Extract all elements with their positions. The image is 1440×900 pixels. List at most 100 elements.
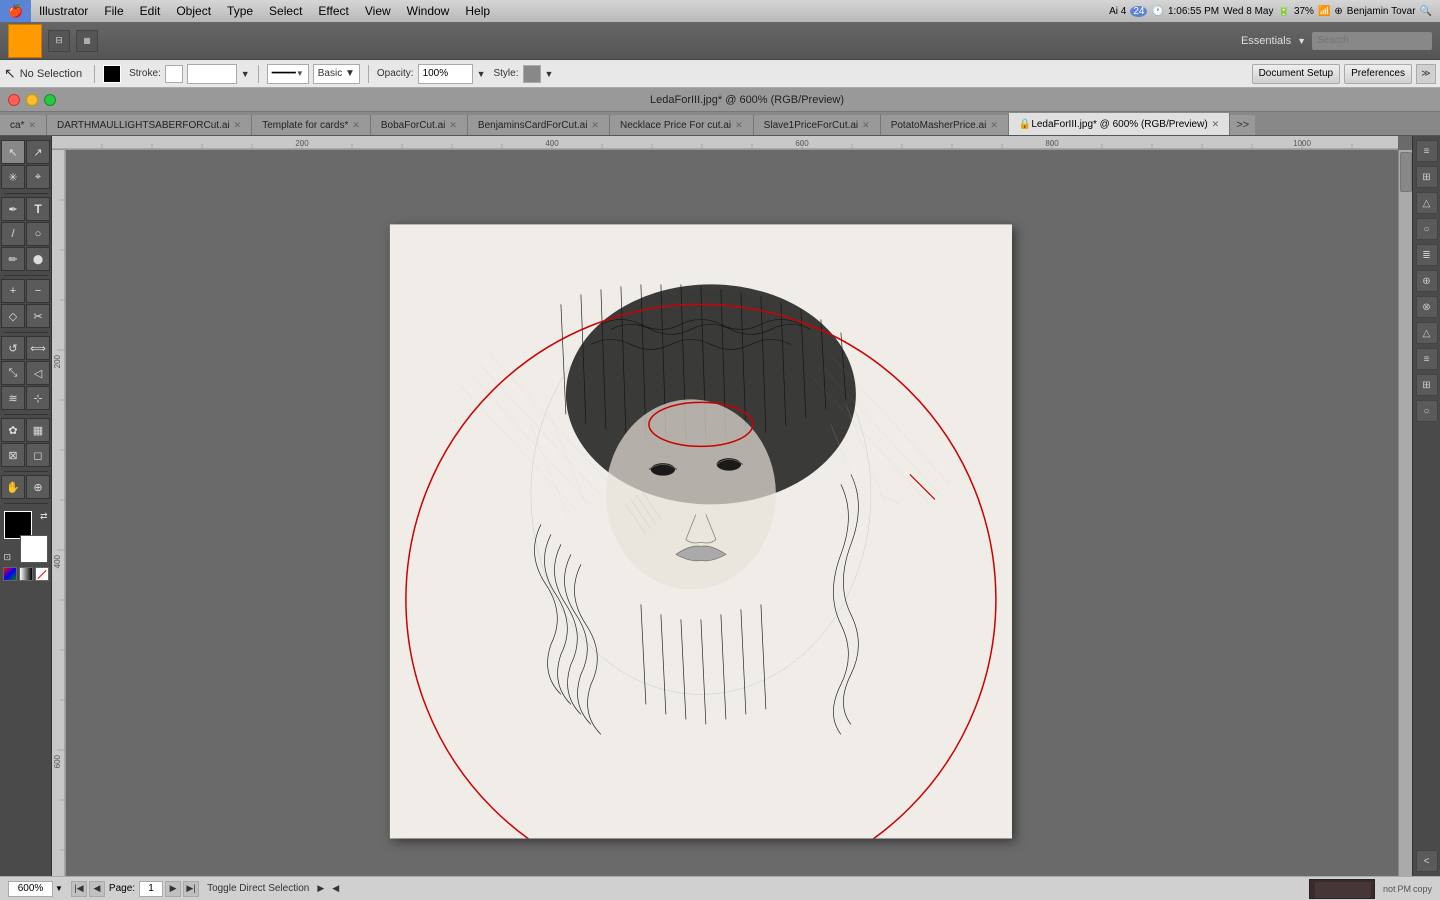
direct-selection-tool[interactable]: ↗ — [26, 140, 50, 164]
pencil-tool[interactable]: ✏ — [1, 247, 25, 271]
tab-slave1[interactable]: Slave1PriceForCut.ai ✕ — [754, 115, 881, 135]
panel-icon-9[interactable]: ⊞ — [1416, 374, 1438, 396]
stroke-color-picker[interactable] — [165, 65, 183, 83]
type-tool[interactable]: T — [26, 197, 50, 221]
minimize-button[interactable] — [26, 94, 38, 106]
tab-close-boba[interactable]: ✕ — [449, 120, 457, 131]
panel-collapse-icon[interactable]: < — [1416, 850, 1438, 872]
tab-close-necklace[interactable]: ✕ — [735, 120, 743, 131]
nav-prev-page[interactable]: ◀ — [89, 881, 105, 897]
panel-icon-5[interactable]: ⊕ — [1416, 270, 1438, 292]
tab-more-button[interactable]: >> — [1230, 115, 1255, 135]
tab-close-template[interactable]: ✕ — [352, 120, 360, 131]
menu-illustrator[interactable]: Illustrator — [31, 0, 96, 22]
shear-tool[interactable]: ◁ — [26, 361, 50, 385]
panel-icon-6[interactable]: ⊗ — [1416, 296, 1438, 318]
close-button[interactable] — [8, 94, 20, 106]
color-mode-none[interactable] — [35, 567, 49, 581]
slice-tool[interactable]: ⊠ — [1, 443, 25, 467]
hand-tool[interactable]: ✋ — [1, 475, 25, 499]
reset-colors[interactable]: ⊡ — [4, 552, 12, 563]
free-transform-tool[interactable]: ⊹ — [26, 386, 50, 410]
delete-anchor-tool[interactable]: − — [26, 279, 50, 303]
workspace-dropdown-icon[interactable]: ▼ — [1297, 36, 1306, 46]
nav-first-page[interactable]: |◀ — [71, 881, 87, 897]
blob-brush-tool[interactable]: ⬤ — [26, 247, 50, 271]
tab-close-benjamins[interactable]: ✕ — [591, 120, 599, 131]
menu-help[interactable]: Help — [457, 0, 498, 22]
panel-icon-7[interactable]: △ — [1416, 322, 1438, 344]
tab-potato[interactable]: PotatoMasherPrice.ai ✕ — [881, 115, 1009, 135]
warp-tool[interactable]: ≋ — [1, 386, 25, 410]
canvas-scroll-area[interactable] — [66, 150, 1398, 876]
stroke-weight-arrow[interactable]: ▼ — [241, 69, 250, 79]
tab-leda[interactable]: 🔒 LedaForIII.jpg* @ 600% (RGB/Preview) ✕ — [1009, 113, 1230, 135]
maximize-button[interactable] — [44, 94, 56, 106]
menu-type[interactable]: Type — [219, 0, 261, 22]
vertical-scrollbar[interactable] — [1398, 150, 1412, 876]
fill-swatch[interactable] — [103, 65, 121, 83]
chart-tool[interactable]: ▦ — [26, 418, 50, 442]
eraser-tool[interactable]: ◻ — [26, 443, 50, 467]
tab-close-slave1[interactable]: ✕ — [862, 120, 870, 131]
stroke-weight-input[interactable] — [187, 64, 237, 84]
zoom-tool[interactable]: ⊕ — [26, 475, 50, 499]
pen-tool[interactable]: ✒ — [1, 197, 25, 221]
tab-darth[interactable]: DARTHMAULLIGHTSABERFORCut.ai ✕ — [47, 115, 252, 135]
panel-icon-2[interactable]: △ — [1416, 192, 1438, 214]
tab-close-leda[interactable]: ✕ — [1212, 119, 1220, 130]
opacity-arrow[interactable]: ▼ — [477, 69, 486, 79]
panel-icon-8[interactable]: ≡ — [1416, 348, 1438, 370]
tab-close-potato[interactable]: ✕ — [990, 120, 998, 131]
menu-select[interactable]: Select — [261, 0, 310, 22]
search-icon[interactable]: 🔍 — [1420, 6, 1432, 17]
background-color[interactable] — [20, 535, 48, 563]
tab-ca[interactable]: ca* ✕ — [0, 115, 47, 135]
panel-icon-3[interactable]: ○ — [1416, 218, 1438, 240]
zoom-input[interactable] — [8, 881, 53, 897]
menu-window[interactable]: Window — [399, 0, 458, 22]
scale-tool[interactable]: ⤡ — [1, 361, 25, 385]
panel-icon-0[interactable]: ≡ — [1416, 140, 1438, 162]
search-input[interactable] — [1312, 32, 1432, 50]
panel-icon-1[interactable]: ⊞ — [1416, 166, 1438, 188]
opacity-input[interactable] — [418, 64, 473, 84]
reflect-tool[interactable]: ⟺ — [26, 336, 50, 360]
scissors-tool[interactable]: ✂ — [26, 304, 50, 328]
page-number-input[interactable] — [139, 881, 163, 897]
magic-wand-tool[interactable]: ✳ — [1, 165, 25, 189]
zoom-dropdown[interactable]: ▼ — [55, 884, 63, 893]
style-picker[interactable] — [523, 65, 541, 83]
menu-object[interactable]: Object — [168, 0, 219, 22]
menu-effect[interactable]: Effect — [310, 0, 356, 22]
canvas-area[interactable]: 200 400 600 800 1000 — [52, 136, 1412, 876]
color-mode-color[interactable] — [3, 567, 17, 581]
options-more[interactable]: ≫ — [1416, 64, 1436, 84]
tab-necklace[interactable]: Necklace Price For cut.ai ✕ — [610, 115, 754, 135]
preferences-button[interactable]: Preferences — [1344, 64, 1412, 84]
tab-close-ca[interactable]: ✕ — [28, 120, 36, 131]
tab-template[interactable]: Template for cards* ✕ — [252, 115, 371, 135]
apple-menu[interactable]: 🍎 — [0, 0, 31, 22]
toggle-play[interactable]: ▶ — [317, 883, 324, 894]
tab-benjamins[interactable]: BenjaminsCardForCut.ai ✕ — [468, 115, 610, 135]
zoom-control[interactable]: ▼ — [8, 881, 63, 897]
symbol-tool[interactable]: ✿ — [1, 418, 25, 442]
menu-edit[interactable]: Edit — [132, 0, 169, 22]
selection-tool[interactable]: ↖ — [1, 140, 25, 164]
tab-close-darth[interactable]: ✕ — [234, 120, 242, 131]
add-anchor-tool[interactable]: + — [1, 279, 25, 303]
nav-last-page[interactable]: ▶| — [183, 881, 199, 897]
ellipse-tool[interactable]: ○ — [26, 222, 50, 246]
toggle-back[interactable]: ◀ — [332, 883, 339, 894]
document-setup-button[interactable]: Document Setup — [1252, 64, 1341, 84]
color-mode-gradient[interactable] — [19, 567, 33, 581]
tab-boba[interactable]: BobaForCut.ai ✕ — [371, 115, 468, 135]
style-arrow[interactable]: ▼ — [545, 69, 554, 79]
stroke-style-selector[interactable]: ━━━━ ▼ — [267, 64, 309, 84]
menu-view[interactable]: View — [357, 0, 399, 22]
nav-next-page[interactable]: ▶ — [165, 881, 181, 897]
panel-icon-10[interactable]: ○ — [1416, 400, 1438, 422]
style-badge[interactable]: Basic ▼ — [313, 64, 360, 84]
swap-colors[interactable]: ⇄ — [40, 511, 48, 522]
